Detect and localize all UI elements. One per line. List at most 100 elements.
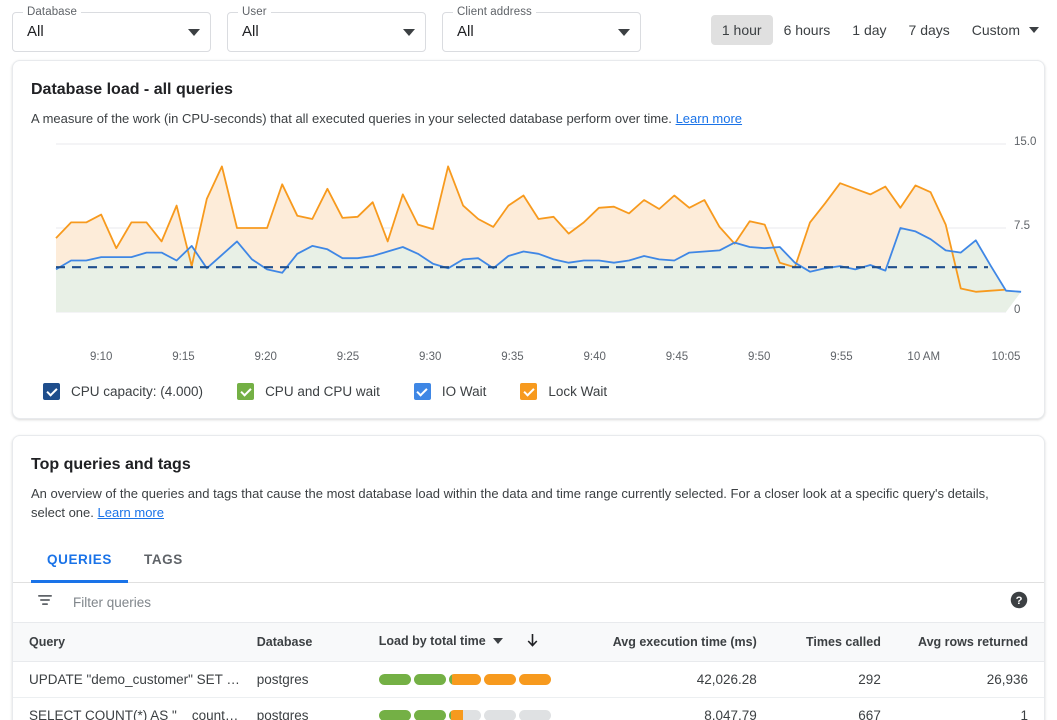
column-header-avg-execution-time[interactable]: Avg execution time (ms) (573, 623, 764, 662)
column-header-times-called[interactable]: Times called (765, 623, 889, 662)
cell-database: postgres (249, 698, 371, 720)
cell-avg-rows-returned: 1 (889, 698, 1044, 720)
time-range-custom-label: Custom (972, 22, 1020, 38)
time-range-7-days[interactable]: 7 days (898, 15, 961, 45)
sort-descending-arrow-icon[interactable] (526, 637, 539, 651)
table-header: Query Database Load by total time Avg ex… (13, 623, 1044, 662)
table-body: UPDATE "demo_customer" SET "…postgres 42,… (13, 662, 1044, 720)
y-axis-tick-15: 15.0 (1014, 136, 1036, 148)
time-range-1-hour[interactable]: 1 hour (711, 15, 773, 45)
chevron-down-icon (188, 29, 200, 36)
top-queries-description: An overview of the queries and tags that… (13, 476, 1044, 522)
database-load-learn-more-link[interactable]: Learn more (676, 111, 742, 126)
legend-item-cpu-and-cpu-wait[interactable]: CPU and CPU wait (237, 383, 380, 400)
load-bar-segment (414, 710, 446, 720)
x-axis-tick-9-40: 9:40 (584, 351, 606, 363)
table-row[interactable]: UPDATE "demo_customer" SET "…postgres 42,… (13, 662, 1044, 698)
top-queries-card: Top queries and tags An overview of the … (12, 435, 1045, 720)
x-axis-tick-10-am: 10 AM (907, 351, 940, 363)
time-range-selector: 1 hour 6 hours 1 day 7 days Custom (711, 15, 1045, 45)
legend-checkbox-io-wait[interactable] (414, 383, 431, 400)
time-range-1-day[interactable]: 1 day (841, 15, 897, 45)
user-select[interactable]: User All (227, 12, 426, 52)
chevron-down-icon (618, 29, 630, 36)
help-icon[interactable]: ? (1010, 591, 1028, 614)
filter-toolbar: Database All User All Client address All… (0, 0, 1057, 60)
client-address-select[interactable]: Client address All (442, 12, 641, 52)
database-select-value: All (27, 22, 182, 42)
x-axis-tick-9-45: 9:45 (666, 351, 688, 363)
database-select-label: Database (23, 5, 81, 19)
legend-label-io-wait: IO Wait (442, 384, 487, 399)
x-axis-tick-9-55: 9:55 (830, 351, 852, 363)
legend-checkbox-cpu-and-cpu-wait[interactable] (237, 383, 254, 400)
top-queries-description-text: An overview of the queries and tags that… (31, 486, 989, 520)
cell-database: postgres (249, 662, 371, 698)
database-load-chart[interactable]: 15.0 7.5 0 (13, 136, 1044, 351)
database-load-description-text: A measure of the work (in CPU-seconds) t… (31, 111, 672, 126)
load-bar-segment (484, 710, 516, 720)
chevron-down-icon (403, 29, 415, 36)
database-load-chart-svg (31, 136, 1052, 336)
cell-avg-execution-time: 8,047.79 (573, 698, 764, 720)
tab-tags[interactable]: TAGS (128, 536, 199, 583)
x-axis-tick-9-25: 9:25 (337, 351, 359, 363)
column-header-load-label: Load by total time (379, 634, 486, 648)
top-queries-learn-more-link[interactable]: Learn more (98, 505, 164, 520)
legend-checkbox-cpu-capacity[interactable] (43, 383, 60, 400)
legend-label-cpu-capacity: CPU capacity: (4.000) (71, 384, 203, 399)
queries-tabs: QUERIES TAGS (13, 536, 1044, 583)
legend-item-lock-wait[interactable]: Lock Wait (520, 383, 607, 400)
x-axis-tick-9-10: 9:10 (90, 351, 112, 363)
database-load-title: Database load - all queries (13, 61, 1044, 101)
x-axis-tick-9-20: 9:20 (255, 351, 277, 363)
load-bar-segment (484, 674, 516, 685)
cell-times-called: 667 (765, 698, 889, 720)
cell-times-called: 292 (765, 662, 889, 698)
top-queries-title: Top queries and tags (13, 436, 1044, 476)
client-address-select-label: Client address (453, 5, 536, 19)
column-header-database[interactable]: Database (249, 623, 371, 662)
cell-load-by-total-time (371, 662, 574, 698)
load-bar-segment (414, 674, 446, 685)
filter-icon[interactable] (37, 592, 53, 613)
legend-label-cpu-and-cpu-wait: CPU and CPU wait (265, 384, 380, 399)
load-bar (379, 674, 551, 685)
cell-query: SELECT COUNT(*) AS "__count" … (13, 698, 249, 720)
load-bar-segment (449, 674, 481, 685)
user-select-label: User (238, 5, 271, 19)
sort-control-load-by-total-time[interactable]: Load by total time (379, 634, 503, 648)
filter-queries-input[interactable] (71, 594, 1010, 611)
x-axis-tick-9-50: 9:50 (748, 351, 770, 363)
table-row[interactable]: SELECT COUNT(*) AS "__count" …postgres 8,… (13, 698, 1044, 720)
load-bar-segment (379, 674, 411, 685)
x-axis-labels: 9:109:159:209:259:309:359:409:459:509:55… (31, 351, 1026, 369)
svg-text:?: ? (1016, 595, 1023, 607)
legend-item-io-wait[interactable]: IO Wait (414, 383, 487, 400)
legend-checkbox-lock-wait[interactable] (520, 383, 537, 400)
column-header-load-by-total-time[interactable]: Load by total time (371, 623, 574, 662)
database-load-card: Database load - all queries A measure of… (12, 60, 1045, 419)
filter-row: ? (13, 583, 1044, 623)
time-range-custom[interactable]: Custom (961, 16, 1045, 44)
time-range-6-hours[interactable]: 6 hours (773, 15, 842, 45)
top-queries-table: Query Database Load by total time Avg ex… (13, 623, 1044, 720)
cell-load-by-total-time (371, 698, 574, 720)
load-bar-segment (519, 674, 551, 685)
cell-avg-execution-time: 42,026.28 (573, 662, 764, 698)
load-bar-segment (449, 710, 481, 720)
legend-item-cpu-capacity[interactable]: CPU capacity: (4.000) (43, 383, 203, 400)
cell-query: UPDATE "demo_customer" SET "… (13, 662, 249, 698)
user-select-value: All (242, 22, 397, 42)
column-header-query[interactable]: Query (13, 623, 249, 662)
tab-queries[interactable]: QUERIES (31, 536, 128, 583)
x-axis-tick-9-15: 9:15 (172, 351, 194, 363)
database-select[interactable]: Database All (12, 12, 211, 52)
load-bar-segment (519, 710, 551, 720)
chevron-down-icon (493, 638, 503, 644)
database-load-description: A measure of the work (in CPU-seconds) t… (13, 101, 1044, 128)
x-axis-tick-9-30: 9:30 (419, 351, 441, 363)
column-header-avg-rows-returned[interactable]: Avg rows returned (889, 623, 1044, 662)
y-axis-tick-0: 0 (1014, 304, 1020, 316)
y-axis-tick-7-5: 7.5 (1014, 220, 1030, 232)
